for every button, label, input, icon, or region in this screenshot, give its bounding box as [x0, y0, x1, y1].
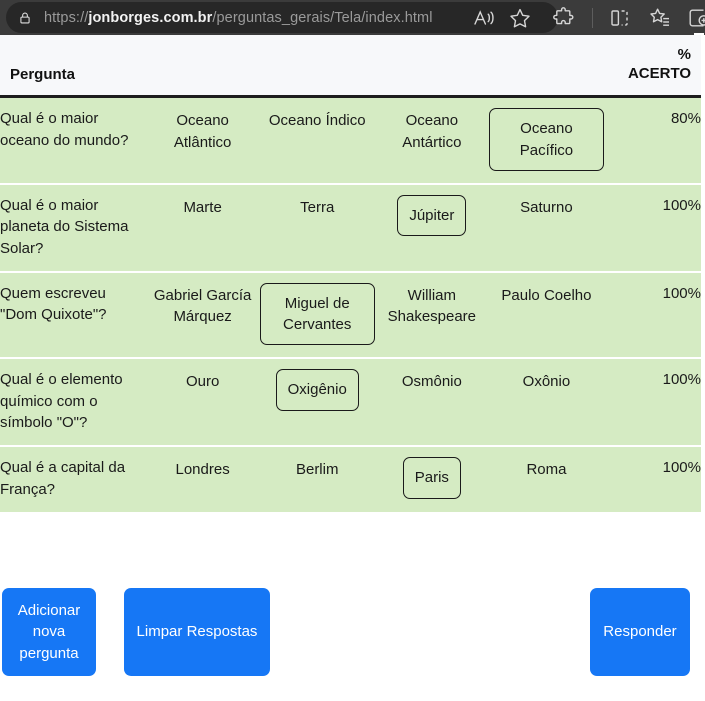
- answer-option-cell[interactable]: Júpiter: [375, 184, 490, 272]
- percent-label: ACERTO: [628, 65, 691, 82]
- answer-option[interactable]: Gabriel García Márquez: [145, 283, 260, 330]
- percent-correct-value: 100%: [604, 184, 701, 272]
- answer-option-cell[interactable]: Osmônio: [375, 358, 490, 446]
- answer-option[interactable]: Roma: [521, 457, 571, 482]
- percent-correct-value: 100%: [604, 272, 701, 359]
- answer-option[interactable]: Saturno: [515, 195, 578, 220]
- answer-option[interactable]: Oceano Índico: [264, 108, 371, 133]
- answer-option-selected[interactable]: Oxigênio: [276, 369, 359, 410]
- page-right-gutter: [701, 35, 705, 701]
- question-text: Qual é o elemento químico com o símbolo …: [0, 358, 145, 446]
- submit-answers-button[interactable]: Responder: [590, 588, 690, 676]
- answer-option-cell[interactable]: Roma: [489, 446, 604, 513]
- table-row: Qual é o elemento químico com o símbolo …: [0, 358, 701, 446]
- url-path: /perguntas_gerais/Tela/index.html: [212, 10, 432, 26]
- split-screen-icon[interactable]: [608, 6, 632, 30]
- add-new-question-button[interactable]: Adicionar nova pergunta: [2, 588, 96, 676]
- answer-option-cell[interactable]: Marte: [145, 184, 260, 272]
- answer-option-selected[interactable]: Miguel de Cervantes: [260, 283, 375, 346]
- answer-option-cell[interactable]: Oxigênio: [260, 358, 375, 446]
- answer-option-cell[interactable]: Miguel de Cervantes: [260, 272, 375, 359]
- table-row: Qual é o maior oceano do mundo?Oceano At…: [0, 97, 701, 184]
- answer-option[interactable]: Oceano Antártico: [375, 108, 490, 155]
- answer-option[interactable]: Londres: [171, 457, 235, 482]
- answer-option[interactable]: Oxônio: [518, 369, 576, 394]
- read-aloud-icon[interactable]: [472, 6, 496, 30]
- percent-correct-value: 100%: [604, 446, 701, 513]
- extensions-puzzle-icon[interactable]: [552, 6, 576, 30]
- question-text: Quem escreveu "Dom Quixote"?: [0, 272, 145, 359]
- answer-option-cell[interactable]: Oceano Antártico: [375, 97, 490, 184]
- answer-option[interactable]: William Shakespeare: [375, 283, 490, 330]
- table-header: Pergunta % ACERTO: [0, 35, 701, 97]
- column-header-option-2: [260, 35, 375, 97]
- answer-option[interactable]: Terra: [295, 195, 339, 220]
- question-text: Qual é o maior planeta do Sistema Solar?: [0, 184, 145, 272]
- table-body: Qual é o maior oceano do mundo?Oceano At…: [0, 97, 701, 513]
- column-header-option-1: [145, 35, 260, 97]
- browser-chrome: https://jonborges.com.br/perguntas_gerai…: [0, 0, 705, 35]
- column-header-option-4: [489, 35, 604, 97]
- table-header-row: Pergunta % ACERTO: [0, 35, 701, 97]
- url-text: https://jonborges.com.br/perguntas_gerai…: [44, 10, 433, 26]
- answer-option-cell[interactable]: Oceano Índico: [260, 97, 375, 184]
- lock-icon: [18, 11, 32, 25]
- answer-option-selected[interactable]: Júpiter: [397, 195, 466, 236]
- answer-option-cell[interactable]: Berlim: [260, 446, 375, 513]
- answer-option-cell[interactable]: Oceano Pacífico: [489, 97, 604, 184]
- answer-option-cell[interactable]: Londres: [145, 446, 260, 513]
- action-button-bar: Adicionar nova pergunta Limpar Respostas…: [0, 588, 705, 698]
- question-text: Qual é o maior oceano do mundo?: [0, 97, 145, 184]
- percent-correct-value: 100%: [604, 358, 701, 446]
- add-to-collection-icon[interactable]: [686, 6, 705, 30]
- favorite-star-icon[interactable]: [508, 6, 532, 30]
- chrome-divider: [592, 8, 593, 28]
- table-row: Qual é o maior planeta do Sistema Solar?…: [0, 184, 701, 272]
- answer-option-cell[interactable]: Oxônio: [489, 358, 604, 446]
- page-content: Pergunta % ACERTO Qual é o maior oceano …: [0, 35, 705, 701]
- answer-option-cell[interactable]: Oceano Atlântico: [145, 97, 260, 184]
- answer-option[interactable]: Paulo Coelho: [496, 283, 596, 308]
- answer-option-cell[interactable]: Gabriel García Márquez: [145, 272, 260, 359]
- answer-option[interactable]: Osmônio: [397, 369, 467, 394]
- answer-option-cell[interactable]: Terra: [260, 184, 375, 272]
- table-row: Quem escreveu "Dom Quixote"?Gabriel Garc…: [0, 272, 701, 359]
- question-text: Qual é a capital da França?: [0, 446, 145, 513]
- collections-icon[interactable]: [648, 6, 672, 30]
- url-host: jonborges.com.br: [88, 10, 212, 26]
- table-row: Qual é a capital da França? Londres Berlim…: [0, 446, 701, 513]
- questions-table: Pergunta % ACERTO Qual é o maior oceano …: [0, 35, 701, 514]
- answer-option-selected[interactable]: Oceano Pacífico: [489, 108, 604, 171]
- answer-option-cell[interactable]: William Shakespeare: [375, 272, 490, 359]
- column-header-question: Pergunta: [0, 35, 145, 97]
- answer-option[interactable]: Ouro: [181, 369, 224, 394]
- answer-option[interactable]: Marte: [178, 195, 226, 220]
- answer-option-cell[interactable]: Ouro: [145, 358, 260, 446]
- clear-answers-button[interactable]: Limpar Respostas: [124, 588, 270, 676]
- column-header-option-3: [375, 35, 490, 97]
- answer-option-cell[interactable]: Paulo Coelho: [489, 272, 604, 359]
- answer-option[interactable]: Oceano Atlântico: [145, 108, 260, 155]
- url-scheme: https://: [44, 10, 88, 26]
- answer-option[interactable]: Berlim: [291, 457, 344, 482]
- percent-correct-value: 80%: [604, 97, 701, 184]
- answer-option-selected[interactable]: Paris: [403, 457, 461, 498]
- column-header-percent: % ACERTO: [604, 35, 701, 97]
- percent-sign: %: [604, 45, 691, 64]
- answer-option-cell[interactable]: Paris: [375, 446, 490, 513]
- answer-option-cell[interactable]: Saturno: [489, 184, 604, 272]
